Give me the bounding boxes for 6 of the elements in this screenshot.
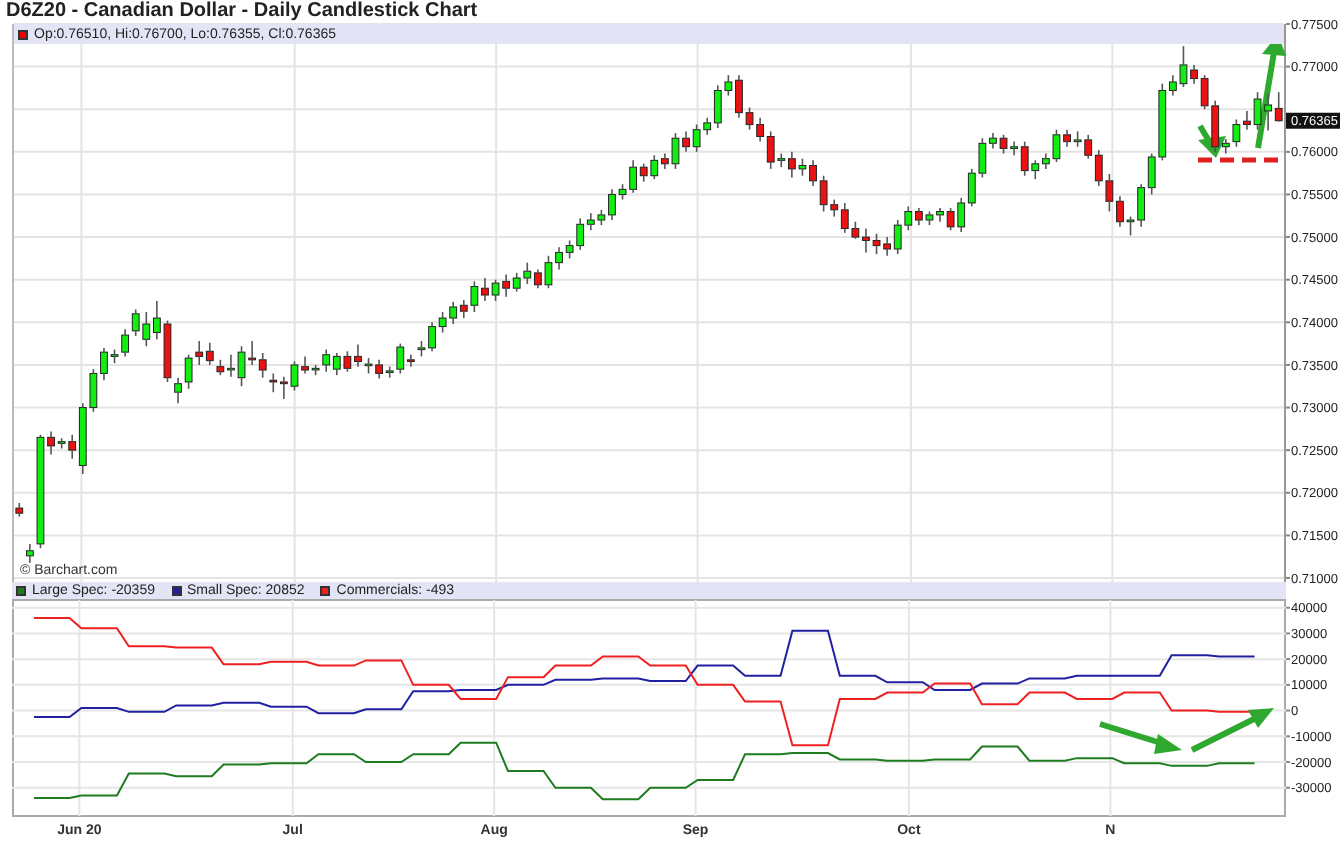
support-line [1198,157,1282,163]
up-right-arrow [1190,708,1274,753]
legend-swatch [18,29,28,39]
down-right-arrow [1099,721,1182,754]
candle [15,502,24,518]
chart-title: D6Z20 - Canadian Dollar - Daily Candlestick Chart [4,0,480,24]
